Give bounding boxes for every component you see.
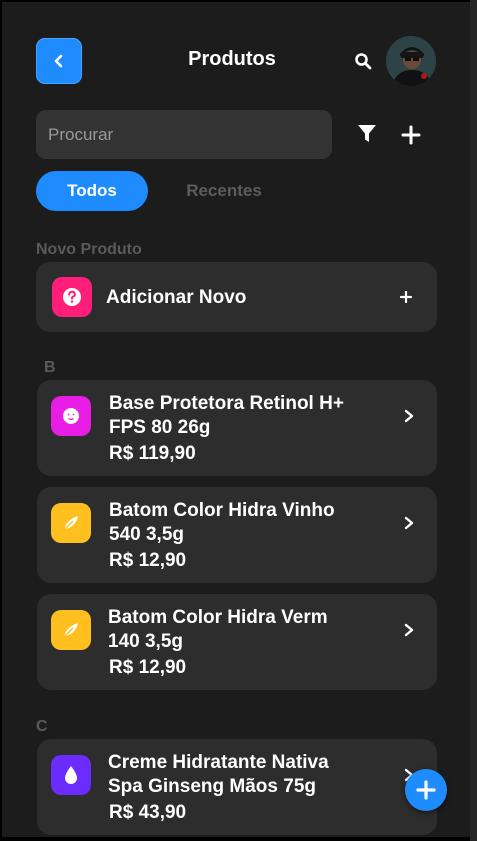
product-name-line1: Batom Color Hidra Vinho bbox=[109, 500, 335, 521]
product-name: Batom Color Hidra Verm 140 3,5g bbox=[108, 606, 378, 654]
product-name: Base Protetora Retinol H+ FPS 80 26g bbox=[109, 392, 379, 440]
list-item[interactable]: Batom Color Hidra Verm 140 3,5g R$ 12,90 bbox=[37, 594, 437, 690]
product-name-line2: FPS 80 26g bbox=[109, 417, 211, 438]
section-letter-c: C bbox=[36, 718, 48, 735]
list-item[interactable]: Base Protetora Retinol H+ FPS 80 26g R$ … bbox=[37, 380, 437, 476]
product-name: Creme Hidratante Nativa Spa Ginseng Mãos… bbox=[108, 751, 378, 799]
window-edge bbox=[470, 0, 477, 841]
product-price: R$ 12,90 bbox=[109, 657, 187, 678]
search-icon[interactable] bbox=[354, 52, 372, 70]
section-letter-b: B bbox=[44, 359, 56, 376]
plus-icon bbox=[400, 291, 412, 303]
question-icon bbox=[52, 277, 92, 317]
product-name-line1: Base Protetora Retinol H+ bbox=[109, 393, 344, 414]
app-screen: Produtos Todos Recen bbox=[2, 2, 470, 837]
add-new-product-card[interactable]: Adicionar Novo bbox=[36, 262, 437, 332]
filter-icon[interactable] bbox=[357, 124, 377, 144]
list-item[interactable]: Batom Color Hidra Vinho 540 3,5g R$ 12,9… bbox=[37, 487, 437, 583]
app-frame: Produtos Todos Recen bbox=[0, 0, 477, 841]
search-input[interactable] bbox=[36, 110, 332, 159]
user-avatar-image bbox=[386, 36, 436, 86]
chevron-right-icon bbox=[404, 623, 414, 637]
product-name: Batom Color Hidra Vinho 540 3,5g bbox=[109, 499, 379, 547]
feather-icon bbox=[51, 503, 91, 543]
product-name-line2: 540 3,5g bbox=[109, 524, 184, 545]
add-button[interactable] bbox=[401, 125, 421, 145]
section-label-new-product: Novo Produto bbox=[36, 241, 142, 258]
add-product-fab[interactable] bbox=[405, 769, 447, 811]
feather-icon bbox=[51, 610, 91, 650]
product-price: R$ 12,90 bbox=[109, 550, 187, 571]
drop-icon bbox=[51, 755, 91, 795]
chevron-right-icon bbox=[404, 409, 414, 423]
product-name-line1: Batom Color Hidra Verm bbox=[108, 607, 328, 628]
avatar[interactable] bbox=[386, 36, 436, 86]
product-name-line1: Creme Hidratante Nativa bbox=[108, 752, 329, 773]
chevron-right-icon bbox=[404, 516, 414, 530]
product-price: R$ 43,90 bbox=[109, 802, 187, 823]
add-new-label: Adicionar Novo bbox=[106, 287, 247, 308]
product-price: R$ 119,90 bbox=[109, 443, 196, 464]
tab-todos[interactable]: Todos bbox=[36, 171, 148, 211]
product-name-line2: 140 3,5g bbox=[108, 631, 183, 652]
face-icon bbox=[51, 396, 91, 436]
plus-icon bbox=[416, 780, 436, 800]
product-name-line2: Spa Ginseng Mãos 75g bbox=[108, 776, 316, 797]
list-item[interactable]: Creme Hidratante Nativa Spa Ginseng Mãos… bbox=[37, 739, 437, 835]
tab-recentes[interactable]: Recentes bbox=[172, 171, 276, 211]
